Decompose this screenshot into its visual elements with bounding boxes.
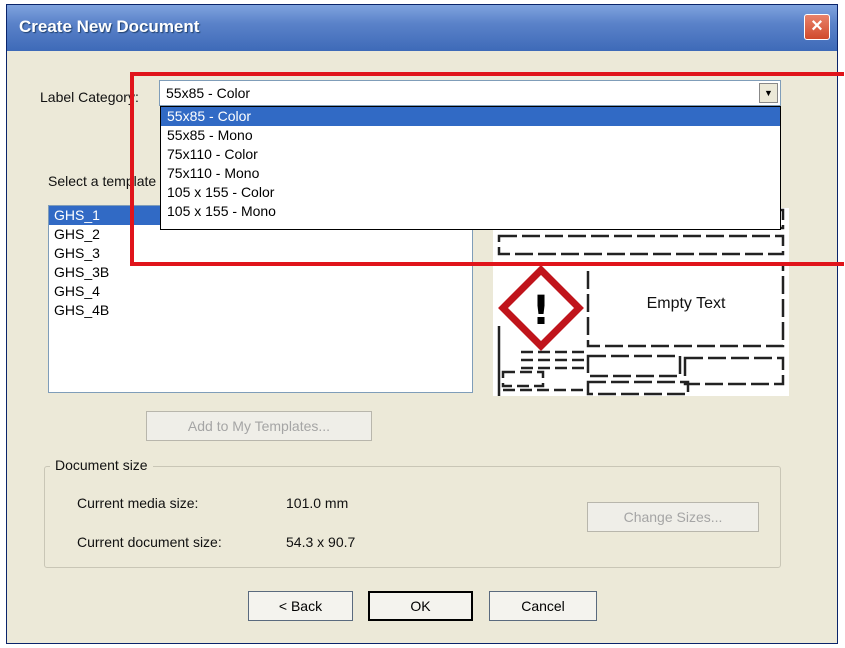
media-size-value: 101.0 mm	[286, 495, 349, 511]
add-to-my-templates-button[interactable]: Add to My Templates...	[146, 411, 372, 441]
highlight-annotation	[130, 72, 844, 266]
back-button[interactable]: < Back	[248, 591, 353, 621]
document-size-title: Document size	[50, 457, 153, 473]
template-item-ghs-4[interactable]: GHS_4	[49, 282, 472, 301]
preview-empty-text: Empty Text	[647, 295, 726, 312]
dialog-title: Create New Document	[19, 17, 200, 36]
template-item-ghs-4b[interactable]: GHS_4B	[49, 301, 472, 320]
title-bar[interactable]: Create New Document ×	[7, 5, 837, 51]
change-sizes-button[interactable]: Change Sizes...	[587, 502, 759, 532]
close-button[interactable]: ×	[804, 14, 830, 40]
media-size-label: Current media size:	[77, 495, 199, 511]
warning-pictogram-icon: !	[498, 265, 584, 351]
label-category-label: Label Category:	[40, 89, 139, 105]
pictogram-exclamation: !	[532, 288, 550, 334]
ok-button[interactable]: OK	[368, 591, 473, 621]
document-size-value: 54.3 x 90.7	[286, 534, 356, 550]
document-size-label: Current document size:	[77, 534, 222, 550]
cancel-button[interactable]: Cancel	[489, 591, 597, 621]
